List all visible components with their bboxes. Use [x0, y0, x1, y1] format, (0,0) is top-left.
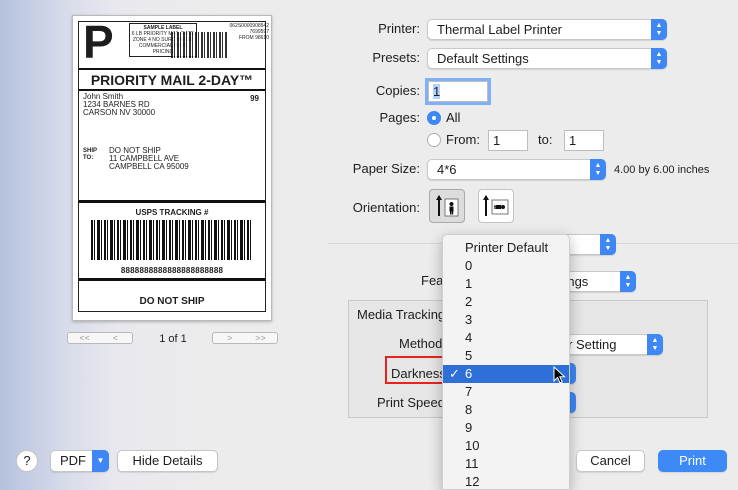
menu-item[interactable]: 8	[443, 401, 569, 419]
divider	[79, 200, 265, 203]
paper-size-popup[interactable]: 4*6 ▲ ▼	[427, 159, 606, 180]
presets-label: Presets:	[372, 50, 420, 65]
print-speed-label: Print Speed	[377, 395, 445, 410]
popup-arrows-icon: ▲▼	[651, 19, 667, 40]
copies-value: 1	[433, 84, 441, 99]
ship-to-word: SHIP	[83, 148, 98, 154]
printer-label: Printer:	[378, 21, 420, 36]
postage-box: 062S0000908542 7699597 FROM 98610	[229, 23, 270, 41]
from-line: CARSON NV 30000	[83, 108, 156, 117]
divider	[79, 68, 265, 70]
popup-arrows-icon: ▲▼	[600, 234, 616, 255]
printer-value: Thermal Label Printer	[437, 22, 562, 37]
popup-arrows-icon: ▲▼	[651, 48, 667, 69]
pages-to-field[interactable]: 1	[564, 130, 604, 151]
pages-all-radio[interactable]	[427, 111, 441, 125]
last-page-button[interactable]: >>	[245, 333, 276, 343]
popup-arrows-icon: ▲▼	[647, 334, 663, 355]
ship-to-label: SHIP TO:	[83, 148, 97, 162]
help-button[interactable]: ?	[16, 450, 38, 472]
pages-from-radio[interactable]	[427, 133, 441, 147]
orientation-label: Orientation:	[352, 200, 420, 215]
menu-item[interactable]: 9	[443, 419, 569, 437]
paper-size-dimensions: 4.00 by 6.00 inches	[614, 164, 710, 176]
label-preview: P SAMPLE LABEL 6 LB PRIORITY MAIL RATE Z…	[72, 15, 272, 321]
menu-item[interactable]: 5	[443, 347, 569, 365]
paper-size-value: 4*6	[437, 162, 457, 177]
menu-item[interactable]: 11	[443, 455, 569, 473]
pages-label: Pages:	[379, 110, 420, 125]
pages-from-field[interactable]: 1	[488, 130, 528, 151]
menu-item[interactable]: 12	[443, 473, 569, 489]
postage-line: FROM 98610	[238, 35, 269, 41]
hide-details-button[interactable]: Hide Details	[117, 450, 218, 472]
label-border: P SAMPLE LABEL 6 LB PRIORITY MAIL RATE Z…	[78, 16, 270, 312]
menu-item[interactable]: 4	[443, 329, 569, 347]
divider	[79, 89, 265, 91]
service-letter: P	[83, 16, 114, 68]
from-address: John Smith 1234 BARNES RD CARSON NV 3000…	[83, 93, 155, 117]
pager-back-buttons: << <	[67, 332, 133, 344]
menu-item[interactable]: 2	[443, 293, 569, 311]
features-label: Fea	[421, 273, 444, 288]
portrait-orientation-button[interactable]	[429, 189, 465, 223]
menu-item-label: 6	[465, 366, 473, 381]
presets-value: Default Settings	[437, 51, 529, 66]
darkness-label: Darkness	[391, 366, 446, 381]
menu-item[interactable]: 10	[443, 437, 569, 455]
print-button[interactable]: Print	[658, 450, 727, 472]
menu-item[interactable]: 0	[443, 257, 569, 275]
ship-to-word: TO:	[83, 155, 94, 161]
pdf-label: PDF	[60, 453, 86, 468]
group-title: Media Tracking	[357, 307, 446, 322]
copies-field[interactable]: 1	[428, 81, 488, 102]
to-line: CAMPBELL CA 95009	[109, 162, 189, 171]
zone-number: 99	[250, 94, 259, 103]
divider	[79, 278, 265, 281]
page-counter: 1 of 1	[159, 333, 187, 345]
pages-from-label: From:	[446, 132, 480, 147]
menu-item[interactable]: 1	[443, 275, 569, 293]
next-page-button[interactable]: >	[214, 333, 245, 343]
to-address: DO NOT SHIP 11 CAMPBELL AVE CAMPBELL CA …	[109, 147, 189, 171]
darkness-dropdown-menu: Printer Default 0 1 2 3 4 5 ✓ 6 7 8 9 10…	[442, 234, 570, 490]
menu-item[interactable]: Printer Default	[443, 239, 569, 257]
landscape-icon	[483, 195, 509, 216]
service-title: PRIORITY MAIL 2-DAY™	[90, 72, 254, 88]
postage-matrix	[171, 32, 227, 58]
menu-item[interactable]: 3	[443, 311, 569, 329]
mouse-cursor-icon	[553, 366, 566, 384]
first-page-button[interactable]: <<	[69, 333, 100, 343]
popup-arrows-icon: ▲▼	[590, 159, 606, 180]
pages-all-label: All	[446, 110, 461, 125]
method-label: Method	[399, 336, 443, 351]
tracking-heading: USPS TRACKING #	[135, 208, 209, 217]
cancel-button[interactable]: Cancel	[576, 450, 645, 472]
paper-size-label: Paper Size:	[352, 161, 420, 176]
menu-item[interactable]: 7	[443, 383, 569, 401]
tracking-barcode	[91, 220, 253, 260]
pages-to-label: to:	[538, 132, 553, 147]
portrait-icon	[436, 195, 459, 217]
landscape-orientation-button[interactable]	[478, 189, 514, 223]
popup-arrows-icon: ▲▼	[620, 271, 636, 292]
menu-item-selected[interactable]: ✓ 6	[443, 365, 569, 383]
pdf-menu-button[interactable]: PDF ▼	[50, 450, 109, 472]
copies-label: Copies:	[375, 83, 420, 98]
printer-popup[interactable]: Thermal Label Printer ▲ ▼	[427, 19, 667, 40]
tracking-number: 8888888888888888888888	[120, 266, 224, 275]
footer-text: DO NOT SHIP	[139, 296, 205, 307]
presets-popup[interactable]: Default Settings ▲ ▼	[427, 48, 667, 69]
chevron-down-icon: ▼	[92, 450, 109, 472]
prev-page-button[interactable]: <	[100, 333, 131, 343]
checkmark-icon: ✓	[449, 366, 460, 381]
pager-forward-buttons: > >>	[212, 332, 278, 344]
